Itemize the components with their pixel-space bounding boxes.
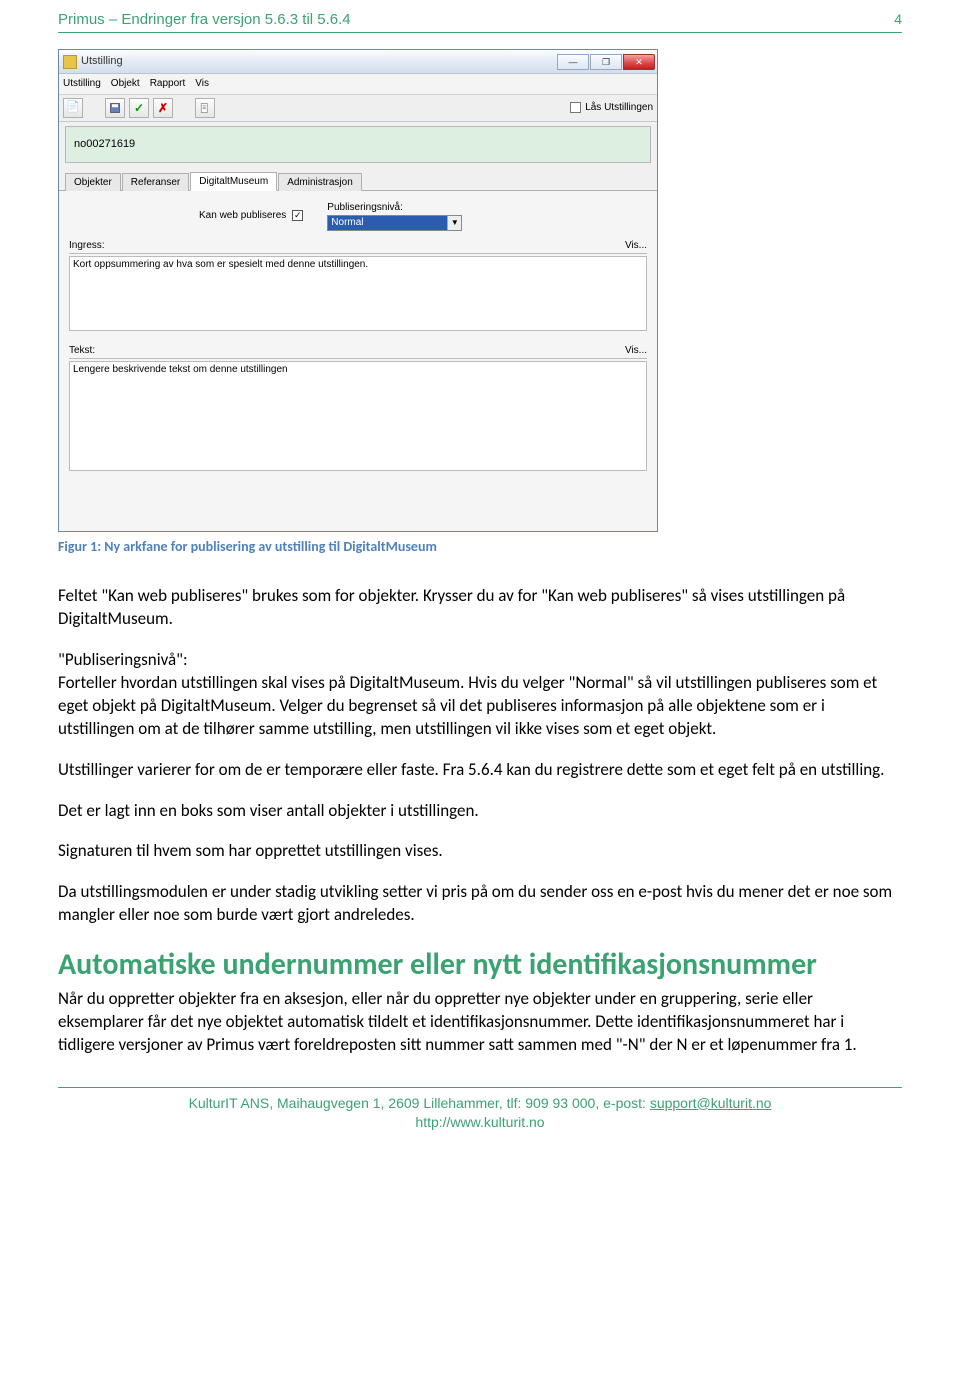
app-icon [63, 55, 77, 69]
kwp-checkbox[interactable] [292, 210, 303, 221]
kwp-label: Kan web publiseres [199, 209, 286, 223]
maximize-button[interactable]: ❐ [590, 54, 622, 70]
ingress-label: Ingress: [69, 239, 105, 253]
paragraph-2-3: "Publiseringsnivå": Forteller hvordan ut… [58, 649, 902, 741]
lock-exhibition-group: Lås Utstillingen [570, 101, 653, 115]
ingress-block: Ingress: Vis... [69, 239, 647, 336]
app-window: Utstilling — ❐ ✕ Utstilling Objekt Rappo… [58, 49, 658, 532]
footer-email: support@kulturit.no [650, 1095, 772, 1111]
window-title: Utstilling [81, 54, 123, 69]
tool-extra-button[interactable] [195, 98, 215, 118]
lock-checkbox[interactable] [570, 102, 581, 113]
menu-utstilling[interactable]: Utstilling [63, 77, 101, 91]
chevron-down-icon: ▼ [447, 216, 461, 230]
paragraph-8: Når du oppretter objekter fra en aksesjo… [58, 988, 902, 1057]
paragraph-7: Da utstillingsmodulen er under stadig ut… [58, 881, 902, 927]
menu-rapport[interactable]: Rapport [150, 77, 186, 91]
header-title: Primus – Endringer fra versjon 5.6.3 til… [58, 10, 351, 30]
save-button[interactable] [105, 98, 125, 118]
menu-objekt[interactable]: Objekt [111, 77, 140, 91]
figure-caption: Figur 1: Ny arkfane for publisering av u… [58, 538, 902, 557]
pn-value: Normal [328, 216, 447, 230]
pn-label: Publiseringsnivå: [327, 201, 462, 215]
close-button[interactable]: ✕ [623, 54, 655, 70]
window-titlebar: Utstilling — ❐ ✕ [59, 50, 657, 74]
ingress-vis-link[interactable]: Vis... [625, 239, 647, 253]
lock-label: Lås Utstillingen [585, 101, 653, 115]
tekst-textarea[interactable] [69, 361, 647, 471]
tab-objekter[interactable]: Objekter [65, 173, 121, 192]
paragraph-5: Det er lagt inn en boks som viser antall… [58, 800, 902, 823]
document-footer: KulturIT ANS, Maihaugvegen 1, 2609 Lille… [58, 1087, 902, 1133]
paragraph-4: Utstillinger varierer for om de er tempo… [58, 759, 902, 782]
page-number: 4 [894, 10, 902, 29]
tekst-block: Tekst: Vis... [69, 344, 647, 476]
confirm-button[interactable]: ✓ [129, 98, 149, 118]
id-panel [65, 126, 651, 163]
tab-digitaltmuseum[interactable]: DigitaltMuseum [190, 172, 277, 192]
menubar: Utstilling Objekt Rapport Vis [59, 74, 657, 95]
ingress-textarea[interactable] [69, 256, 647, 331]
new-button[interactable] [63, 98, 83, 118]
publish-row: Kan web publiseres Publiseringsnivå: Nor… [69, 201, 647, 231]
tekst-vis-link[interactable]: Vis... [625, 344, 647, 358]
tekst-label: Tekst: [69, 344, 95, 358]
id-field[interactable] [74, 138, 274, 150]
pn-combobox[interactable]: Normal ▼ [327, 215, 462, 231]
footer-line1: KulturIT ANS, Maihaugvegen 1, 2609 Lille… [189, 1095, 650, 1111]
document-icon [199, 102, 211, 114]
paragraph-1: Feltet "Kan web publiseres" brukes som f… [58, 585, 902, 631]
subtabs: Objekter Referanser DigitaltMuseum Admin… [59, 167, 657, 192]
floppy-icon [109, 102, 121, 114]
section-heading: Automatiske undernummer eller nytt ident… [58, 945, 902, 986]
menu-vis[interactable]: Vis [195, 77, 209, 91]
tab-referanser[interactable]: Referanser [122, 173, 189, 192]
cancel-button[interactable]: ✗ [153, 98, 173, 118]
minimize-button[interactable]: — [557, 54, 589, 70]
footer-url: http://www.kulturit.no [58, 1113, 902, 1133]
toolbar: ✓ ✗ Lås Utstillingen [59, 95, 657, 122]
document-header: Primus – Endringer fra versjon 5.6.3 til… [58, 10, 902, 33]
tab-administrasjon[interactable]: Administrasjon [278, 173, 362, 192]
form-area: Kan web publiseres Publiseringsnivå: Nor… [59, 191, 657, 531]
paragraph-6: Signaturen til hvem som har opprettet ut… [58, 840, 902, 863]
